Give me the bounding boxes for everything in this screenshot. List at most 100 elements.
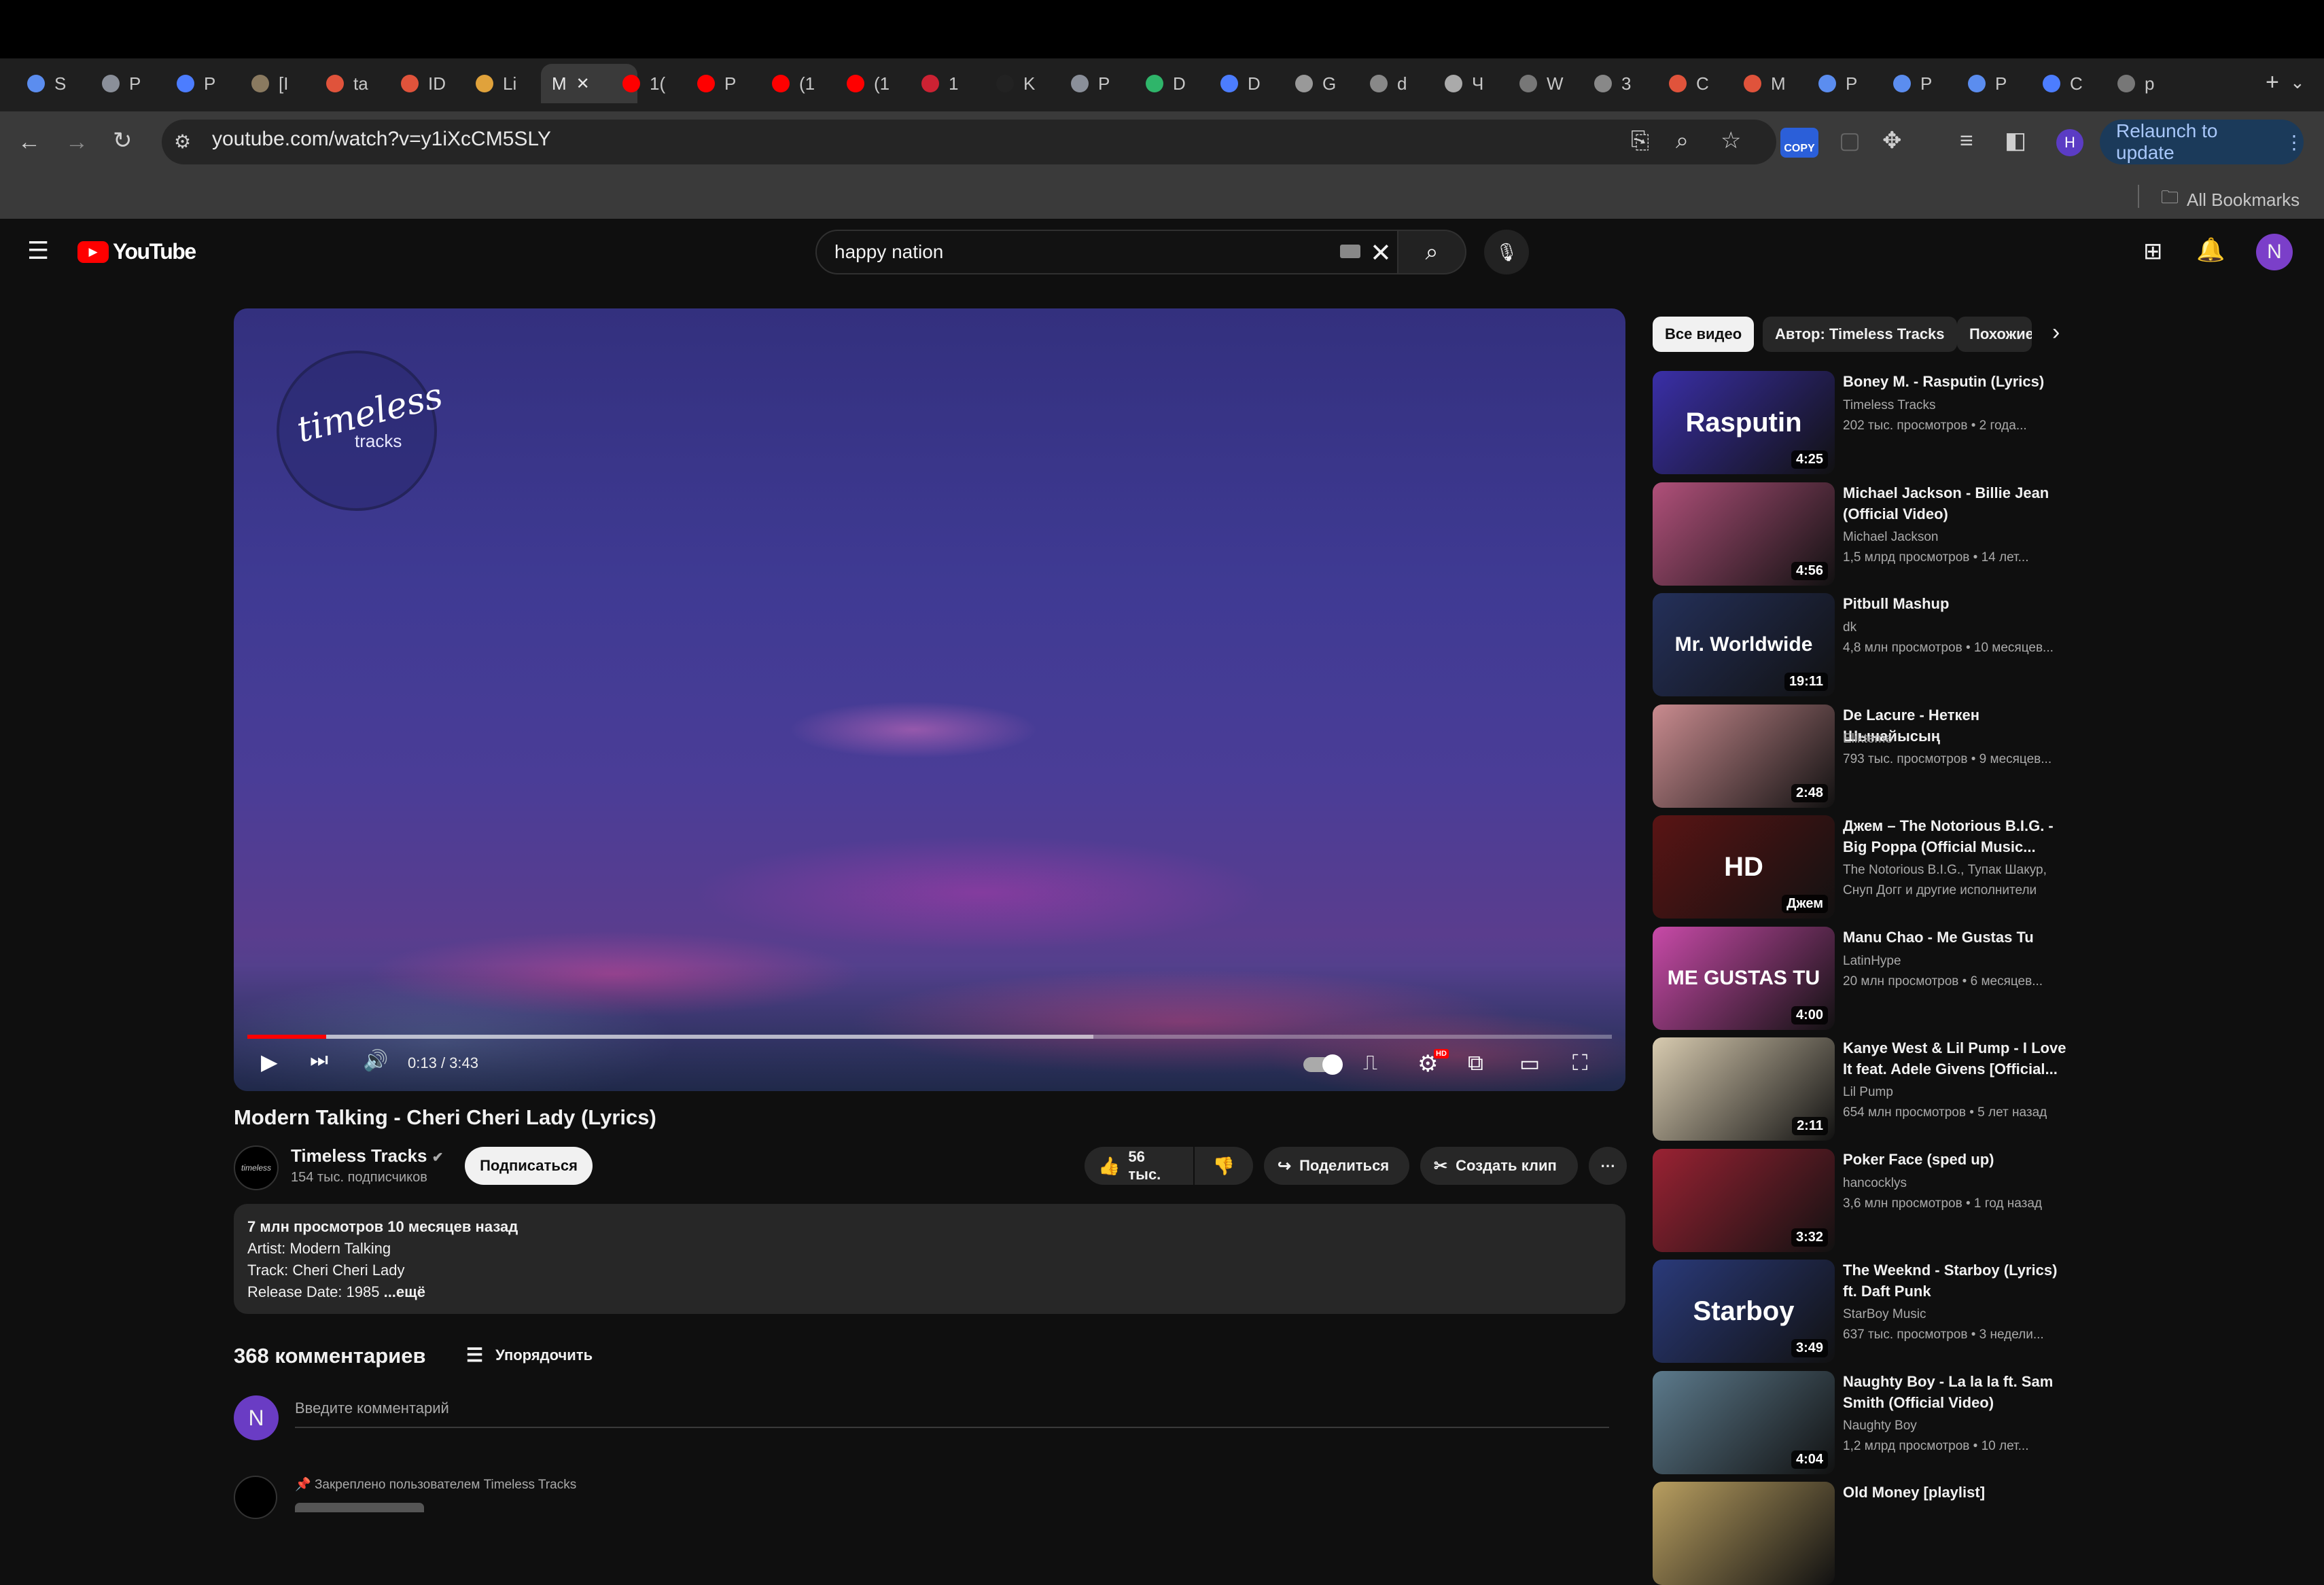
- browser-tab[interactable]: P: [1071, 64, 1139, 103]
- back-icon[interactable]: ←: [18, 130, 41, 154]
- video-thumbnail[interactable]: Rasputin 4:25: [1653, 371, 1835, 474]
- video-thumbnail[interactable]: 4:04: [1653, 1370, 1835, 1474]
- browser-tab[interactable]: G: [1295, 64, 1363, 103]
- video-thumbnail[interactable]: ME GUSTAS TU 4:00: [1653, 926, 1835, 1030]
- side-panel-icon[interactable]: ◧: [2005, 129, 2026, 152]
- autoplay-toggle[interactable]: [1303, 1054, 1343, 1075]
- next-icon[interactable]: ⏭: [310, 1049, 328, 1072]
- recommendation-item[interactable]: Mr. Worldwide 19:11 Pitbull Mashup dk 4,8 мл…: [1653, 593, 2264, 696]
- recommendation-title[interactable]: Pitbull Mashup: [1843, 593, 2074, 614]
- dislike-button[interactable]: 👎: [1195, 1147, 1253, 1185]
- miniplayer-icon[interactable]: ⧉: [1468, 1050, 1483, 1076]
- keyboard-icon[interactable]: [1340, 245, 1360, 258]
- forward-icon[interactable]: →: [65, 130, 88, 154]
- recommendation-channel[interactable]: The Notorious B.I.G., Тупак Шакур, Снуп …: [1843, 860, 2074, 901]
- browser-tab[interactable]: P: [1818, 64, 1886, 103]
- video-thumbnail[interactable]: Mr. Worldwide 19:11: [1653, 593, 1835, 696]
- browser-tab[interactable]: 3: [1594, 64, 1662, 103]
- recommendation-channel[interactable]: Elikteme: [1843, 729, 2074, 749]
- fullscreen-icon[interactable]: ⛶: [1572, 1050, 1587, 1076]
- search-button[interactable]: ⌕: [1398, 230, 1466, 274]
- pinned-comment-avatar[interactable]: [234, 1476, 277, 1519]
- video-thumbnail[interactable]: 4:56: [1653, 482, 1835, 586]
- install-app-icon[interactable]: ⎘: [1631, 129, 1649, 152]
- comment-input[interactable]: Введите комментарий: [295, 1400, 1609, 1428]
- zoom-icon[interactable]: ⌕: [1676, 129, 1689, 152]
- subtitles-icon[interactable]: ⎍: [1363, 1052, 1377, 1075]
- channel-name[interactable]: Timeless Tracks ✔: [291, 1145, 443, 1167]
- browser-tab[interactable]: M: [1744, 64, 1812, 103]
- theater-mode-icon[interactable]: ▭: [1519, 1050, 1540, 1076]
- chip-similar[interactable]: Похожие: [1957, 317, 2032, 352]
- recommendation-item[interactable]: HD Джем Джем – The Notorious B.I.G. - Big …: [1653, 815, 2264, 919]
- copy-extension-icon[interactable]: COPY: [1780, 128, 1818, 158]
- like-button[interactable]: 👍 56 тыс.: [1085, 1147, 1193, 1185]
- video-thumbnail[interactable]: [1653, 1482, 1835, 1585]
- close-tab-icon[interactable]: ✕: [576, 74, 590, 94]
- browser-tab[interactable]: C: [2043, 64, 2111, 103]
- youtube-logo[interactable]: ▶ YouTube: [77, 239, 196, 264]
- profile-avatar[interactable]: H: [2056, 129, 2083, 156]
- show-more-link[interactable]: ...ещё: [379, 1283, 425, 1300]
- recommendation-title[interactable]: Джем – The Notorious B.I.G. - Big Poppa …: [1843, 815, 2074, 857]
- chevron-right-icon[interactable]: ›: [2052, 319, 2060, 346]
- recommendation-channel[interactable]: Timeless Tracks: [1843, 395, 2074, 416]
- all-bookmarks-button[interactable]: 🗀 All Bookmarks: [2161, 185, 2300, 215]
- new-tab-icon[interactable]: +: [2266, 71, 2279, 94]
- more-actions-button[interactable]: ⋯: [1589, 1147, 1627, 1185]
- recommendation-channel[interactable]: dk: [1843, 618, 2074, 638]
- recommendation-item[interactable]: 3:32 Poker Face (sped up) hancocklys 3,6 мл…: [1653, 1148, 2264, 1252]
- browser-tab[interactable]: P: [177, 64, 245, 103]
- media-controls-icon[interactable]: ≡: [1960, 129, 1973, 152]
- recommendation-item[interactable]: Rasputin 4:25 Boney M. - Rasputin (Lyrics)…: [1653, 371, 2264, 474]
- share-button[interactable]: ↪ Поделиться: [1264, 1147, 1409, 1185]
- recommendation-item[interactable]: Old Money [playlist]: [1653, 1482, 2264, 1585]
- extensions-puzzle-icon[interactable]: ✥: [1882, 129, 1902, 152]
- browser-tab[interactable]: D: [1220, 64, 1288, 103]
- recommendation-channel[interactable]: StarBoy Music: [1843, 1304, 2074, 1325]
- browser-tab[interactable]: P: [102, 64, 170, 103]
- recommendation-channel[interactable]: hancocklys: [1843, 1173, 2074, 1194]
- browser-tab[interactable]: P: [1968, 64, 2036, 103]
- recommendation-channel[interactable]: Naughty Boy: [1843, 1416, 2074, 1436]
- recommendation-title[interactable]: Poker Face (sped up): [1843, 1149, 2074, 1170]
- recommendation-title[interactable]: Old Money [playlist]: [1843, 1482, 2074, 1503]
- browser-tab[interactable]: ta: [326, 64, 394, 103]
- voice-search-button[interactable]: 🎙: [1484, 230, 1529, 274]
- search-input[interactable]: happy nation: [834, 241, 943, 263]
- description-box[interactable]: 7 млн просмотров 10 месяцев назад Artist…: [234, 1204, 1625, 1314]
- chip-all-videos[interactable]: Все видео: [1653, 317, 1755, 352]
- clear-search-icon[interactable]: ✕: [1370, 238, 1392, 268]
- video-thumbnail[interactable]: Starboy 3:49: [1653, 1260, 1835, 1363]
- url-text[interactable]: youtube.com/watch?v=y1iXcCM5SLY: [212, 128, 551, 151]
- recommendation-item[interactable]: 2:48 De Lacure - Неткен Шынайысың Elikteme…: [1653, 704, 2264, 808]
- play-icon[interactable]: ▶: [261, 1049, 278, 1075]
- sort-comments-button[interactable]: ☰ Упорядочить: [466, 1344, 593, 1366]
- recommendation-item[interactable]: 4:04 Naughty Boy - La la la ft. Sam Smith…: [1653, 1370, 2264, 1474]
- volume-icon[interactable]: 🔊: [363, 1049, 388, 1073]
- browser-tab[interactable]: Li: [476, 64, 544, 103]
- create-icon[interactable]: ⊞: [2143, 238, 2163, 265]
- browser-tab[interactable]: (1: [772, 64, 840, 103]
- browser-tab[interactable]: S: [27, 64, 95, 103]
- video-thumbnail[interactable]: 2:48: [1653, 704, 1835, 808]
- recommendation-channel[interactable]: LatinHype: [1843, 951, 2074, 972]
- browser-tab[interactable]: ID: [401, 64, 469, 103]
- video-thumbnail[interactable]: 2:11: [1653, 1037, 1835, 1141]
- recommendation-title[interactable]: Boney M. - Rasputin (Lyrics): [1843, 371, 2074, 392]
- recommendation-channel[interactable]: Lil Pump: [1843, 1082, 2074, 1103]
- tab-search-chevron-icon[interactable]: ⌄: [2290, 71, 2305, 94]
- account-avatar[interactable]: N: [2256, 234, 2293, 270]
- chip-author[interactable]: Автор: Timeless Tracks: [1763, 317, 1957, 352]
- recommendation-item[interactable]: ME GUSTAS TU 4:00 Manu Chao - Me Gustas Tu…: [1653, 926, 2264, 1030]
- relaunch-button[interactable]: Relaunch to update ⋮: [2100, 120, 2304, 164]
- subscribe-button[interactable]: Подписаться: [465, 1147, 593, 1185]
- browser-tab[interactable]: P: [1893, 64, 1961, 103]
- notifications-bell-icon[interactable]: 🔔: [2196, 236, 2225, 264]
- channel-name-text[interactable]: Timeless Tracks: [291, 1145, 427, 1166]
- recommendation-title[interactable]: Naughty Boy - La la la ft. Sam Smith (Of…: [1843, 1371, 2074, 1413]
- browser-tab[interactable]: P: [697, 64, 765, 103]
- browser-tab[interactable]: Ч: [1445, 64, 1513, 103]
- browser-tab[interactable]: D: [1146, 64, 1214, 103]
- video-thumbnail[interactable]: HD Джем: [1653, 815, 1835, 919]
